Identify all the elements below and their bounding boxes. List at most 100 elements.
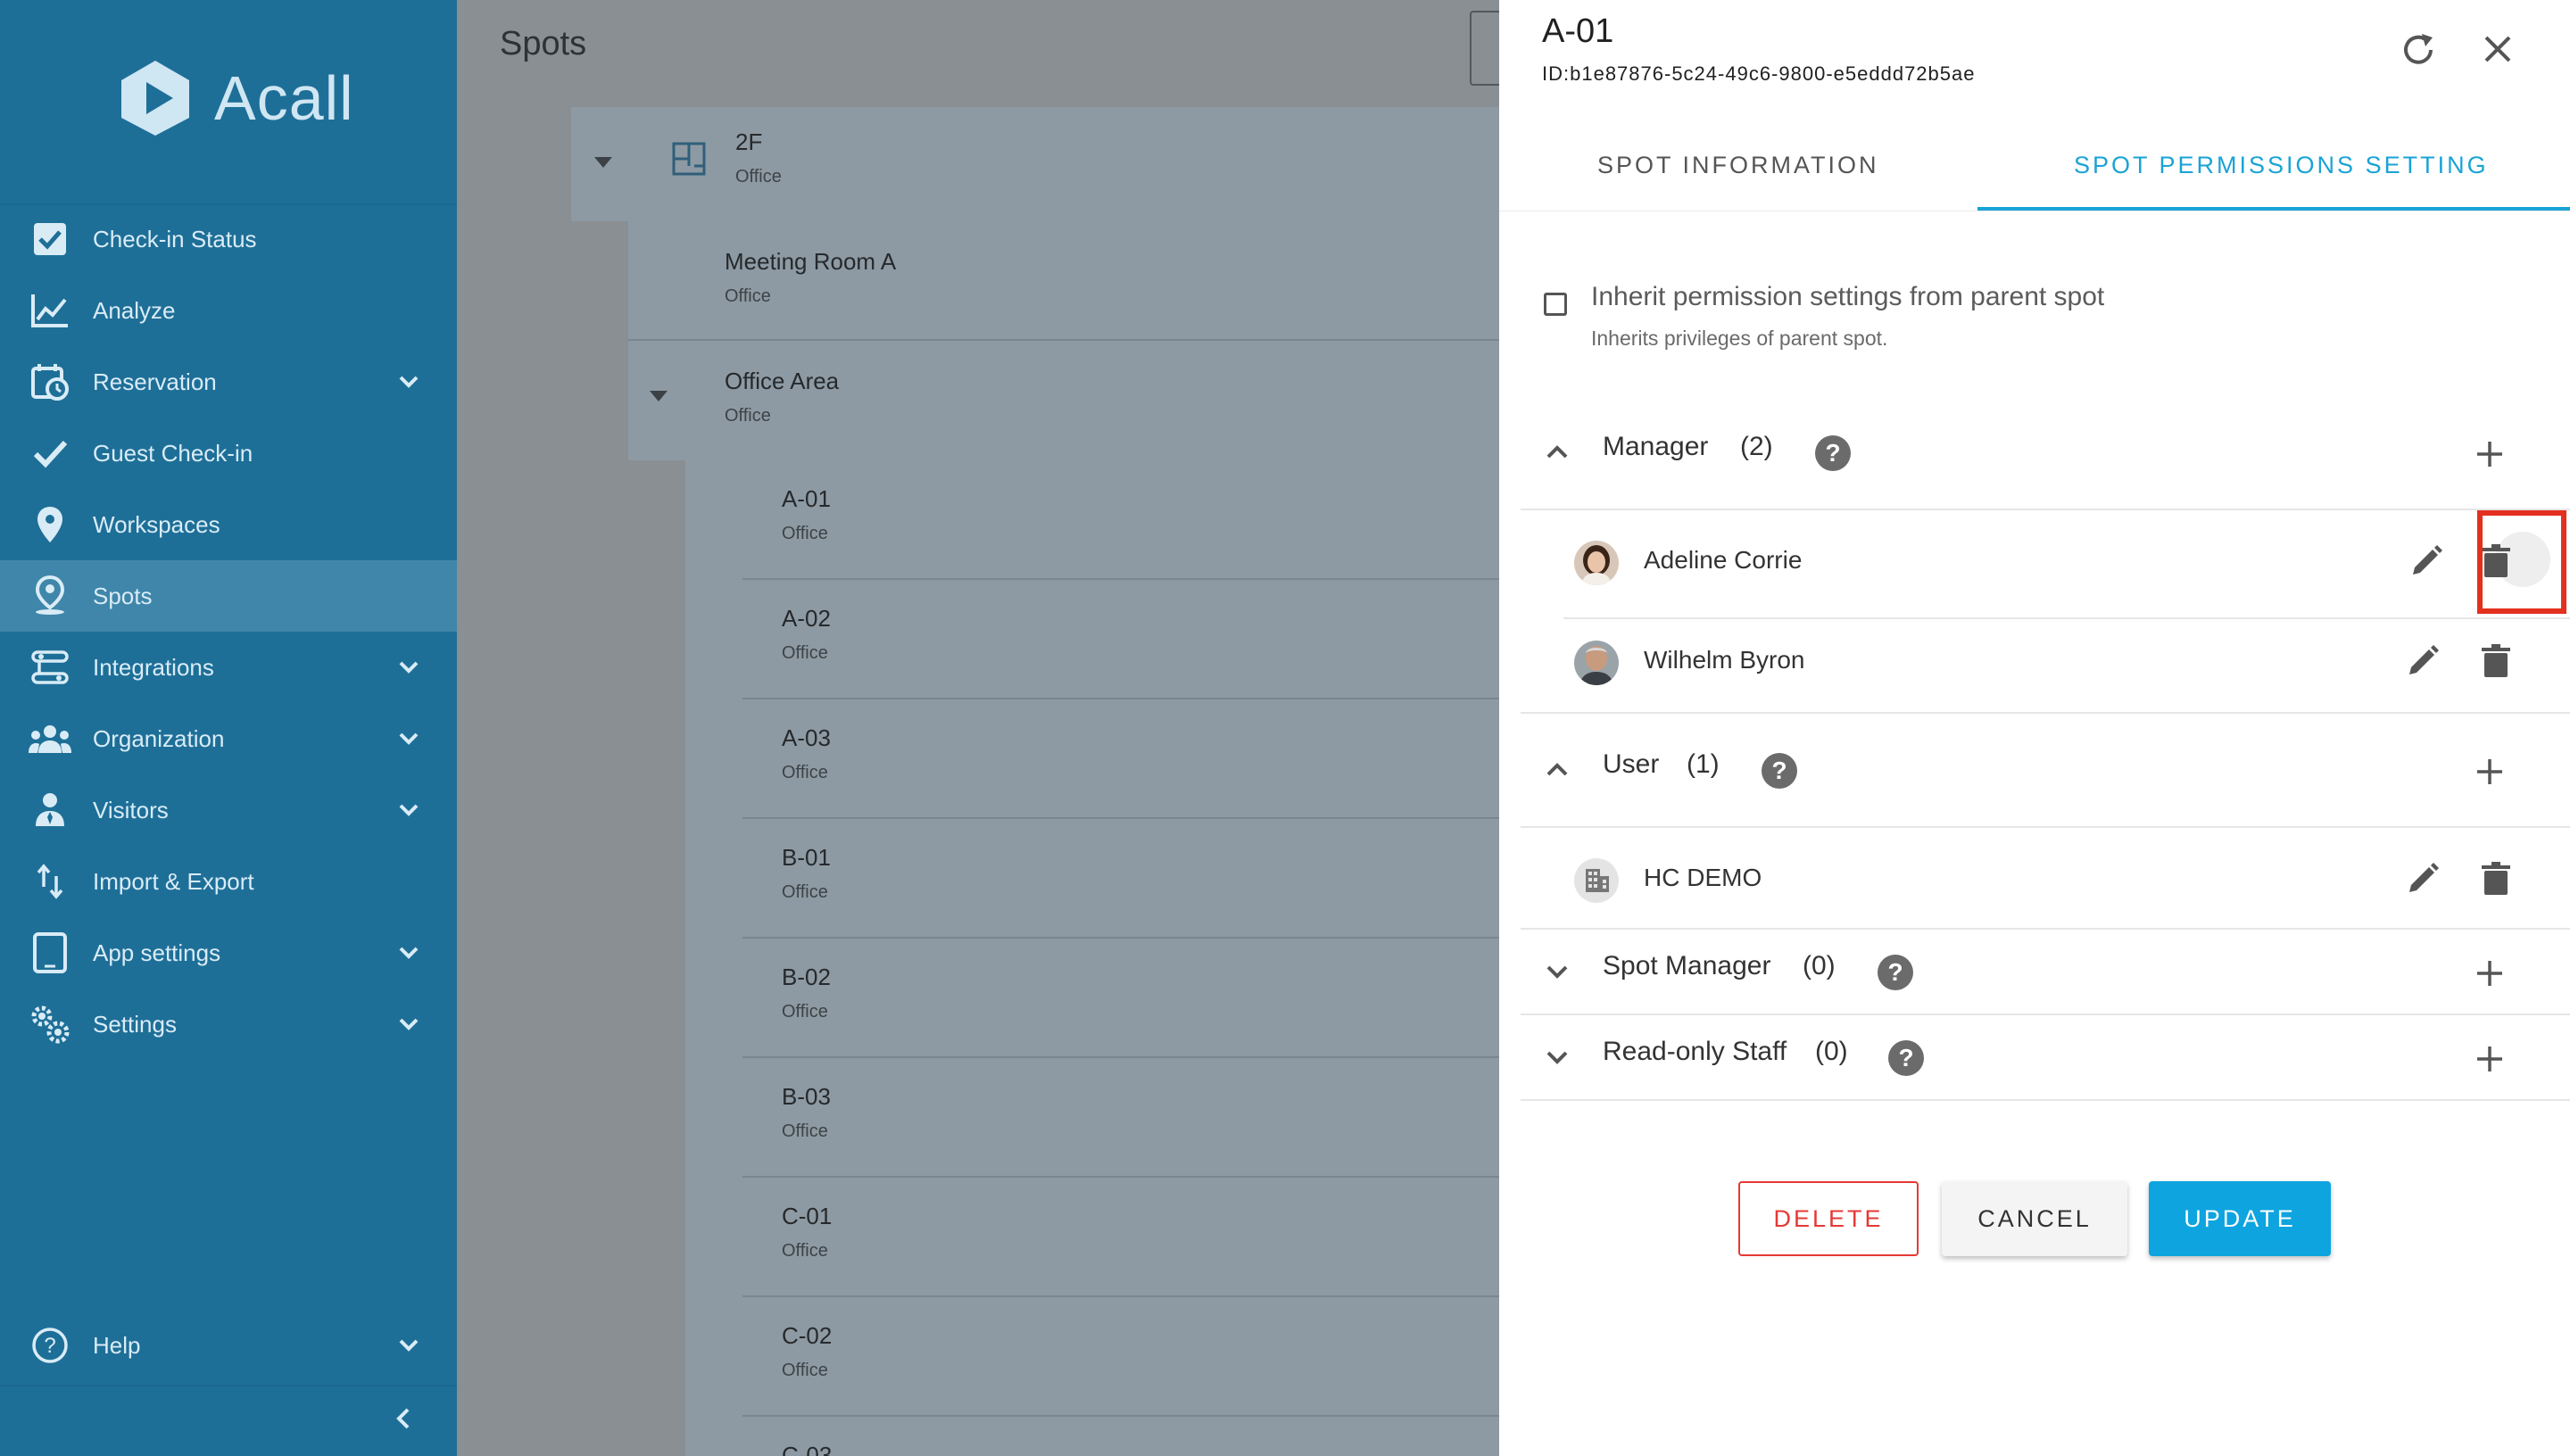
add-spot-manager-icon[interactable] [2475, 958, 2505, 989]
brand-logo[interactable]: Acall [114, 54, 354, 143]
add-read-only-staff-icon[interactable] [2475, 1044, 2505, 1074]
tree-node-spot[interactable]: B-03 Office [782, 1083, 831, 1142]
sidebar-item-spots[interactable]: Spots [0, 560, 457, 632]
sidebar-item-label: Analyze [93, 296, 176, 324]
section-spot-manager-header[interactable]: Spot Manager (0) ? [1499, 933, 2570, 1005]
chevron-down-icon[interactable] [396, 1333, 421, 1358]
floor-plan-icon [672, 142, 706, 176]
sidebar-item-check-in-status[interactable]: Check-in Status [0, 203, 457, 275]
tablet-icon [25, 928, 75, 978]
collapse-sidebar-icon[interactable] [386, 1401, 421, 1436]
update-button[interactable]: UPDATE [2149, 1181, 2331, 1256]
tree-node-type: Office [782, 643, 828, 663]
tree-node-type: Office [782, 1241, 828, 1261]
member-row: HC DEMO [1499, 831, 2570, 930]
help-icon[interactable]: ? [1762, 753, 1797, 789]
tree-node-name: B-03 [782, 1083, 831, 1110]
section-user-header[interactable]: User (1) ? [1499, 732, 2570, 803]
edit-icon[interactable] [2406, 644, 2440, 678]
sidebar-item-reservation[interactable]: Reservation [0, 346, 457, 418]
tree-node-office-area[interactable]: Office Area Office [725, 368, 839, 426]
panel-title: A-01 [1542, 12, 1614, 50]
tree-node-spot[interactable]: C-02 Office [782, 1322, 832, 1381]
edit-icon[interactable] [2406, 862, 2440, 896]
divider [742, 1295, 1499, 1297]
tree-node-name: C-01 [782, 1203, 833, 1229]
tree-node-floor[interactable]: 2F Office [571, 107, 1499, 221]
brand-name: Acall [214, 63, 354, 133]
delete-button[interactable]: DELETE [1738, 1181, 1919, 1256]
import-export-icon [25, 856, 75, 906]
chevron-down-icon[interactable] [396, 655, 421, 680]
delete-icon[interactable] [2481, 862, 2511, 896]
sidebar-item-visitors[interactable]: Visitors [0, 774, 457, 846]
tree-node-name: A-01 [782, 485, 831, 512]
sidebar-item-analyze[interactable]: Analyze [0, 275, 457, 346]
chevron-down-icon[interactable] [1544, 1044, 1571, 1071]
chevron-down-icon[interactable] [396, 369, 421, 394]
person-pin-icon [25, 571, 75, 621]
tree-node-type: Office [782, 1002, 828, 1022]
section-label: User [1603, 749, 1660, 779]
inherit-permissions-checkbox[interactable] [1544, 293, 1567, 316]
sidebar-item-label: Settings [93, 1010, 177, 1038]
section-count: (0) [1803, 951, 1836, 980]
tree-node-type: Office [782, 1121, 828, 1141]
divider [742, 1415, 1499, 1417]
divider [1521, 509, 2570, 510]
tree-node-name: A-02 [782, 605, 831, 632]
tree-node-spot[interactable]: A-03 Office [782, 724, 831, 783]
tree-node-spot[interactable]: C-03 [782, 1442, 832, 1456]
tree-node-spot[interactable]: B-01 Office [782, 844, 831, 903]
tree-group-spots: A-01 Office A-02 Office A-03 Office B-01 Off… [685, 460, 1499, 1456]
tree-node-spot[interactable]: B-02 Office [782, 964, 831, 1022]
sidebar-item-guest-check-in[interactable]: Guest Check-in [0, 418, 457, 489]
inherit-permissions-description: Inherits privileges of parent spot. [1591, 327, 1888, 350]
checkbox-icon [25, 214, 75, 264]
add-manager-icon[interactable] [2475, 439, 2505, 469]
checkmark-icon [25, 428, 75, 478]
section-count: (2) [1740, 432, 1773, 461]
cancel-button[interactable]: CANCEL [1942, 1181, 2127, 1256]
chevron-down-icon[interactable] [396, 1012, 421, 1037]
sidebar-item-organization[interactable]: Organization [0, 703, 457, 774]
delete-icon[interactable] [2481, 644, 2511, 678]
tree-node-spot[interactable]: A-02 Office [782, 605, 831, 664]
divider [628, 339, 1499, 341]
chevron-down-icon[interactable] [396, 940, 421, 965]
caret-down-icon[interactable] [646, 387, 671, 405]
help-icon[interactable]: ? [1815, 435, 1851, 471]
caret-down-icon[interactable] [591, 153, 616, 171]
help-icon[interactable]: ? [1878, 955, 1913, 990]
add-user-icon[interactable] [2475, 757, 2505, 787]
chevron-down-icon[interactable] [396, 798, 421, 823]
tab-spot-permissions-setting[interactable]: SPOT PERMISSIONS SETTING [2074, 152, 2489, 179]
member-name: Adeline Corrie [1644, 546, 1803, 574]
header-action-button[interactable] [1470, 11, 1499, 86]
edit-icon[interactable] [2409, 544, 2443, 578]
chevron-down-icon[interactable] [1544, 958, 1571, 985]
sidebar-item-integrations[interactable]: Integrations [0, 632, 457, 703]
avatar [1574, 541, 1619, 585]
tree-node-meeting-room-a[interactable]: Meeting Room A Office [725, 248, 896, 307]
sidebar-item-help[interactable]: ? Help [0, 1310, 457, 1381]
divider [742, 698, 1499, 699]
close-icon[interactable] [2481, 32, 2515, 66]
inherit-permissions-label: Inherit permission settings from parent … [1591, 282, 2105, 311]
chevron-down-icon[interactable] [396, 726, 421, 751]
sidebar-item-app-settings[interactable]: App settings [0, 917, 457, 989]
section-manager-header[interactable]: Manager (2) ? [1499, 414, 2570, 485]
section-read-only-staff-header[interactable]: Read-only Staff (0) ? [1499, 1019, 2570, 1090]
help-icon[interactable]: ? [1888, 1040, 1924, 1076]
refresh-icon[interactable] [2399, 30, 2438, 70]
tree-node-spot[interactable]: A-01 Office [782, 485, 831, 544]
edit-button-highlight [2477, 510, 2566, 614]
tree-node-type: Office [725, 406, 771, 426]
sidebar-item-settings[interactable]: Settings [0, 989, 457, 1060]
tab-spot-information[interactable]: SPOT INFORMATION [1597, 152, 1879, 179]
tree-node-spot[interactable]: C-01 Office [782, 1203, 832, 1262]
sidebar-item-workspaces[interactable]: Workspaces [0, 489, 457, 560]
sidebar-item-import-export[interactable]: Import & Export [0, 846, 457, 917]
chevron-up-icon[interactable] [1544, 439, 1571, 466]
chevron-up-icon[interactable] [1544, 757, 1571, 783]
